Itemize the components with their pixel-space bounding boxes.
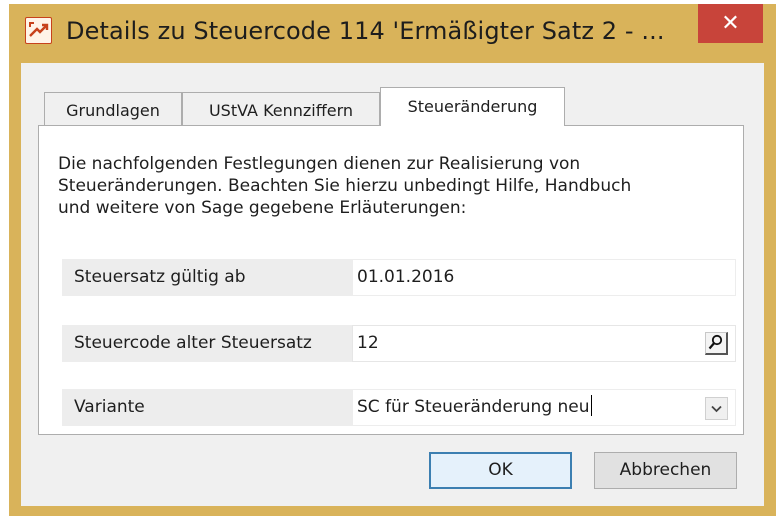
intro-line: und weitere von Sage gegebene Erläuterun…	[58, 198, 467, 218]
ok-button[interactable]: OK	[429, 452, 572, 489]
dialog-client-area: Grundlagen UStVA Kennziffern Steueränder…	[21, 63, 764, 506]
variant-select[interactable]: SC für Steueränderung neu	[352, 389, 736, 426]
old-code-row: Steuercode alter Steuersatz 12	[62, 325, 736, 362]
sage-app-icon[interactable]	[25, 17, 52, 44]
variant-row: Variante SC für Steueränderung neu	[62, 389, 736, 426]
lookup-button[interactable]	[705, 332, 728, 355]
variant-value: SC für Steueränderung neu	[357, 397, 590, 417]
cancel-button[interactable]: Abbrechen	[594, 452, 737, 489]
valid-from-row: Steuersatz gültig ab 01.01.2016	[62, 259, 736, 296]
tab-steueraenderung[interactable]: Steueränderung	[380, 87, 565, 126]
text-caret	[590, 395, 592, 416]
window-title: Details zu Steuercode 114 'Ermäßigter Sa…	[66, 17, 665, 45]
close-button[interactable]: ✕	[698, 4, 763, 43]
intro-line: Die nachfolgenden Festlegungen dienen zu…	[58, 154, 581, 174]
tab-ustva-kennziffern[interactable]: UStVA Kennziffern	[182, 92, 380, 128]
valid-from-field[interactable]: 01.01.2016	[352, 259, 736, 296]
tab-grundlagen[interactable]: Grundlagen	[44, 92, 182, 128]
intro-text: Die nachfolgenden Festlegungen dienen zu…	[58, 153, 718, 219]
variant-label: Variante	[62, 389, 352, 426]
chevron-down-icon	[711, 405, 722, 413]
old-code-label: Steuercode alter Steuersatz	[62, 325, 352, 362]
magnifier-icon	[708, 334, 723, 350]
dialog-window: Details zu Steuercode 114 'Ermäßigter Sa…	[9, 4, 776, 516]
valid-from-label: Steuersatz gültig ab	[62, 259, 352, 296]
title-bar: Details zu Steuercode 114 'Ermäßigter Sa…	[9, 4, 776, 63]
intro-line: Steueränderungen. Beachten Sie hierzu un…	[58, 176, 632, 196]
close-icon: ✕	[721, 11, 740, 36]
old-code-field[interactable]: 12	[352, 325, 736, 362]
variant-dropdown-button[interactable]	[705, 397, 728, 420]
